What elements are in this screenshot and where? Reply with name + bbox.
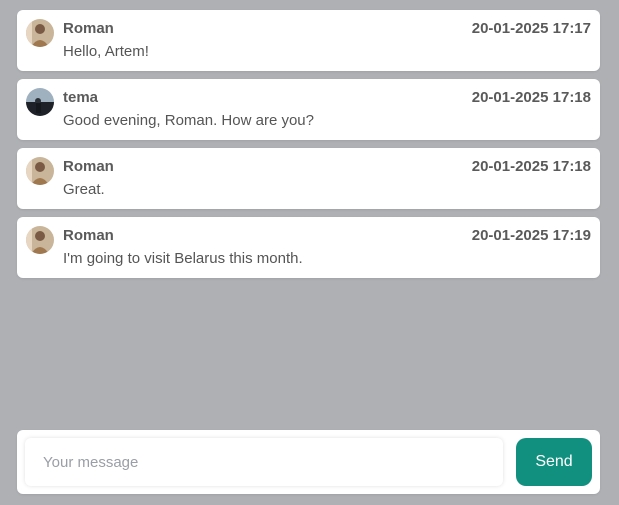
message-list: Roman 20-01-2025 17:17 Hello, Artem! tem… (17, 10, 600, 286)
message-timestamp: 20-01-2025 17:17 (471, 20, 591, 37)
message-timestamp: 20-01-2025 17:18 (471, 158, 591, 175)
message-card: Roman 20-01-2025 17:19 I'm going to visi… (17, 217, 600, 278)
message-card: tema 20-01-2025 17:18 Good evening, Roma… (17, 79, 600, 140)
user-avatar-icon[interactable] (26, 226, 54, 254)
message-author: Roman (63, 20, 114, 37)
message-text: I'm going to visit Belarus this month. (63, 250, 303, 267)
send-button[interactable]: Send (516, 438, 592, 486)
message-author: Roman (63, 158, 114, 175)
user-avatar-icon[interactable] (26, 157, 54, 185)
message-text: Great. (63, 181, 105, 198)
message-text: Good evening, Roman. How are you? (63, 112, 314, 129)
message-composer: Send (17, 430, 600, 494)
user-avatar-icon[interactable] (26, 88, 54, 116)
message-text: Hello, Artem! (63, 43, 149, 60)
message-input[interactable] (25, 438, 503, 486)
message-card: Roman 20-01-2025 17:18 Great. (17, 148, 600, 209)
message-author: Roman (63, 227, 114, 244)
message-timestamp: 20-01-2025 17:18 (471, 89, 591, 106)
message-card: Roman 20-01-2025 17:17 Hello, Artem! (17, 10, 600, 71)
message-timestamp: 20-01-2025 17:19 (471, 227, 591, 244)
message-author: tema (63, 89, 99, 106)
user-avatar-icon[interactable] (26, 19, 54, 47)
chat-window: Roman 20-01-2025 17:17 Hello, Artem! tem… (0, 0, 619, 505)
